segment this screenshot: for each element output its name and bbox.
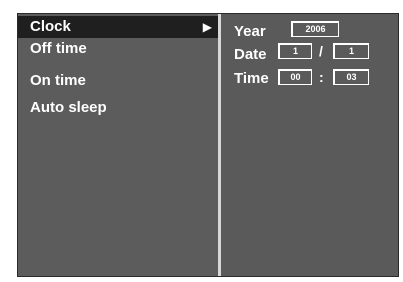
time-separator: : — [319, 69, 324, 85]
date-day-field[interactable]: 1 — [333, 43, 369, 59]
date-label: Date — [234, 46, 267, 63]
menu-item-on-time[interactable]: On time — [18, 70, 218, 92]
menu-list: Clock ▶ Off time On time Auto sleep — [18, 14, 218, 276]
time-hour-field[interactable]: 00 — [278, 69, 312, 85]
menu-item-off-time[interactable]: Off time — [18, 38, 218, 60]
menu-item-label: Off time — [30, 40, 87, 57]
menu-item-label: Auto sleep — [30, 99, 107, 116]
menu-item-label: Clock — [30, 18, 71, 35]
osd-menu-panel: Clock ▶ Off time On time Auto sleep Year… — [17, 13, 399, 277]
year-label: Year — [234, 23, 266, 40]
menu-item-auto-sleep[interactable]: Auto sleep — [18, 97, 218, 119]
time-minute-field[interactable]: 03 — [333, 69, 369, 85]
arrow-right-icon: ▶ — [202, 20, 212, 34]
date-month-field[interactable]: 1 — [278, 43, 312, 59]
date-separator: / — [319, 43, 323, 59]
clock-settings-pane: Year 2006 Date 1 / 1 Time 00 : 03 — [221, 14, 398, 276]
time-label: Time — [234, 70, 269, 87]
menu-item-clock[interactable]: Clock ▶ — [18, 16, 218, 38]
menu-item-label: On time — [30, 72, 86, 89]
year-field[interactable]: 2006 — [291, 21, 339, 37]
